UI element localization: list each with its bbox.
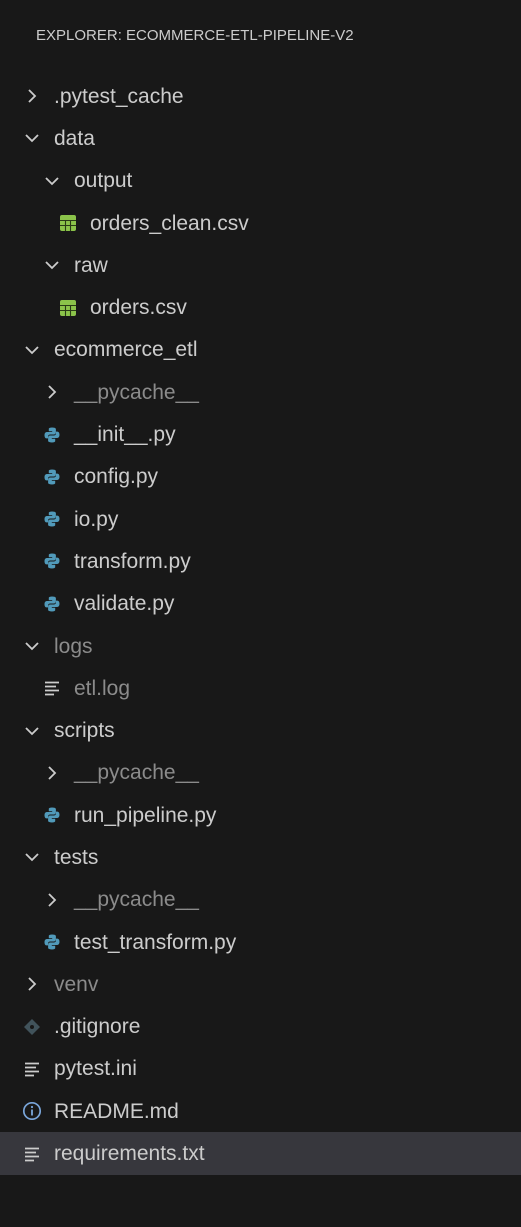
tree-item-label: raw (74, 253, 108, 277)
tree-item-label: venv (54, 972, 99, 996)
file-tree: .pytest_cachedata output orders_clean.csvr… (0, 75, 521, 1175)
tree-file-requirements-txt-selected[interactable]: requirements.txt (0, 1132, 521, 1175)
tree-file-config-py[interactable]: config.py (0, 456, 521, 498)
tree-folder-data[interactable]: data (0, 117, 521, 159)
python-file-icon (42, 551, 62, 571)
tree-item-label: __init__.py (74, 423, 176, 447)
tree-item-label: data (54, 126, 95, 150)
text-file-icon (42, 678, 62, 698)
tree-folder-logs[interactable]: logs (0, 625, 521, 667)
tree-item-label: requirements.txt (54, 1142, 205, 1166)
tree-file-transform-py[interactable]: transform.py (0, 540, 521, 582)
tree-folder-pycache[interactable]: __pycache__ (0, 371, 521, 413)
tree-folder-ecommerce-etl[interactable]: ecommerce_etl (0, 329, 521, 371)
tree-folder-raw[interactable]: raw (0, 244, 521, 286)
chevron-right-icon[interactable] (42, 890, 62, 910)
tree-folder-tests[interactable]: tests (0, 836, 521, 878)
tree-folder-pycache[interactable]: __pycache__ (0, 879, 521, 921)
python-file-icon (42, 509, 62, 529)
tree-item-label: orders_clean.csv (90, 211, 249, 235)
python-file-icon (42, 594, 62, 614)
chevron-down-icon[interactable] (42, 171, 62, 191)
tree-item-label: orders.csv (90, 296, 187, 320)
tree-folder-scripts[interactable]: scripts (0, 709, 521, 751)
tree-item-label: pytest.ini (54, 1057, 137, 1081)
tree-item-label: io.py (74, 507, 119, 531)
tree-item-label: run_pipeline.py (74, 803, 217, 827)
tree-folder-venv[interactable]: venv (0, 963, 521, 1005)
tree-item-label: scripts (54, 719, 115, 743)
python-file-icon (42, 932, 62, 952)
tree-file-run-pipeline-py[interactable]: run_pipeline.py (0, 794, 521, 836)
tree-item-label: README.md (54, 1099, 179, 1123)
python-file-icon (42, 805, 62, 825)
git-file-icon (22, 1017, 42, 1037)
chevron-down-icon[interactable] (22, 847, 42, 867)
tree-file-readme-md[interactable]: README.md (0, 1090, 521, 1132)
tree-item-label: transform.py (74, 549, 191, 573)
chevron-right-icon[interactable] (22, 86, 42, 106)
chevron-right-icon[interactable] (42, 763, 62, 783)
tree-folder-output[interactable]: output (0, 160, 521, 202)
tree-item-label: __pycache__ (74, 761, 199, 785)
csv-file-icon (58, 213, 78, 233)
chevron-right-icon[interactable] (42, 382, 62, 402)
tree-file-test-transform-py[interactable]: test_transform.py (0, 921, 521, 963)
tree-file-gitignore[interactable]: .gitignore (0, 1006, 521, 1048)
tree-item-label: validate.py (74, 592, 175, 616)
tree-file-validate-py[interactable]: validate.py (0, 583, 521, 625)
tree-item-label: tests (54, 845, 99, 869)
tree-item-label: .gitignore (54, 1015, 141, 1039)
info-icon (22, 1101, 42, 1121)
tree-item-label: etl.log (74, 676, 131, 700)
tree-file-pytest-ini[interactable]: pytest.ini (0, 1048, 521, 1090)
tree-item-label: config.py (74, 465, 159, 489)
chevron-down-icon[interactable] (22, 128, 42, 148)
tree-file-io-py[interactable]: io.py (0, 498, 521, 540)
tree-item-label: __pycache__ (74, 888, 199, 912)
explorer-panel: EXPLORER: ECOMMERCE-ETL-PIPELINE-V2 .pyt… (0, 0, 521, 1227)
chevron-right-icon[interactable] (22, 974, 42, 994)
tree-file-etl-log[interactable]: etl.log (0, 667, 521, 709)
tree-item-label: logs (54, 634, 93, 658)
tree-item-label: output (74, 169, 133, 193)
tree-file-orders-clean-csv[interactable]: orders_clean.csv (0, 202, 521, 244)
tree-folder-pycache[interactable]: __pycache__ (0, 752, 521, 794)
text-file-icon (22, 1144, 42, 1164)
explorer-title: EXPLORER: ECOMMERCE-ETL-PIPELINE-V2 (36, 27, 354, 44)
tree-file-orders-csv[interactable]: orders.csv (0, 286, 521, 328)
chevron-down-icon[interactable] (22, 340, 42, 360)
text-file-icon (22, 1059, 42, 1079)
python-file-icon (42, 467, 62, 487)
tree-item-label: ecommerce_etl (54, 338, 198, 362)
chevron-down-icon[interactable] (22, 721, 42, 741)
chevron-down-icon[interactable] (42, 255, 62, 275)
tree-item-label: .pytest_cache (54, 84, 184, 108)
tree-folder-pytest-cache[interactable]: .pytest_cache (0, 75, 521, 117)
tree-file-init-py[interactable]: __init__.py (0, 413, 521, 455)
tree-item-label: test_transform.py (74, 930, 237, 954)
chevron-down-icon[interactable] (22, 636, 42, 656)
python-file-icon (42, 425, 62, 445)
tree-item-label: __pycache__ (74, 380, 199, 404)
csv-file-icon (58, 298, 78, 318)
